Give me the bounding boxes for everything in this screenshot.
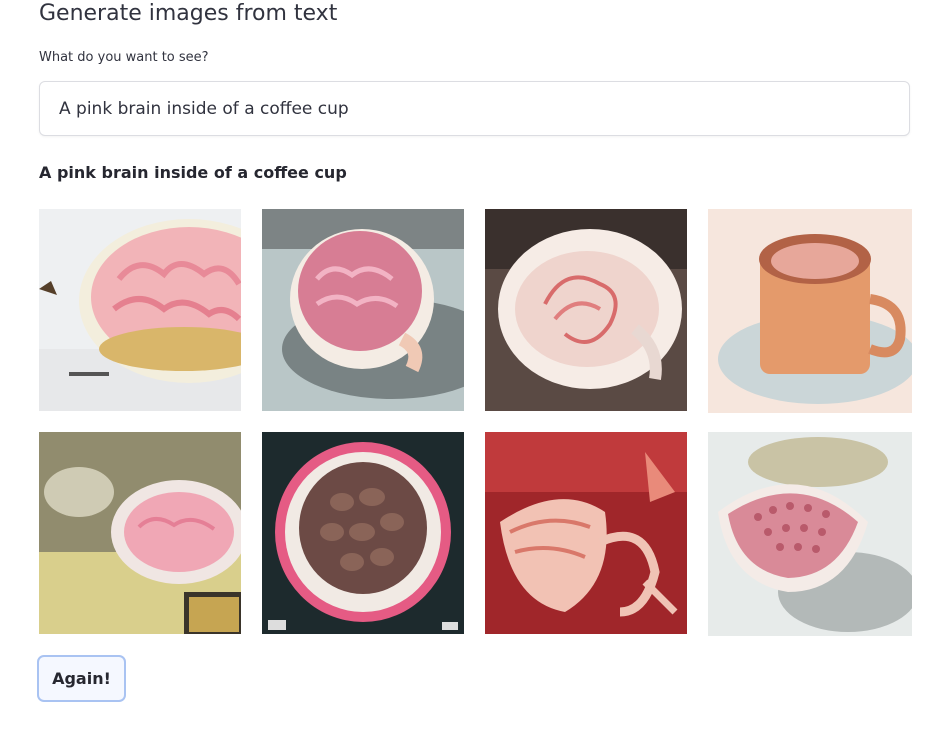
again-button[interactable]: Again! <box>37 655 126 702</box>
generated-image-2 <box>262 209 464 411</box>
prompt-input-container[interactable] <box>39 81 910 136</box>
generated-image-1 <box>39 209 241 411</box>
prompt-label: What do you want to see? <box>39 50 209 65</box>
page-title: Generate images from text <box>39 1 338 26</box>
generated-image-3 <box>485 209 687 411</box>
generated-image-5 <box>39 432 241 634</box>
generated-image-6 <box>262 432 464 634</box>
app-page: Generate images from text What do you wa… <box>0 0 938 729</box>
generated-image-4 <box>708 209 912 413</box>
generated-image-8 <box>708 432 912 636</box>
result-heading: A pink brain inside of a coffee cup <box>39 163 347 182</box>
prompt-input[interactable] <box>40 82 899 135</box>
generated-image-7 <box>485 432 687 634</box>
